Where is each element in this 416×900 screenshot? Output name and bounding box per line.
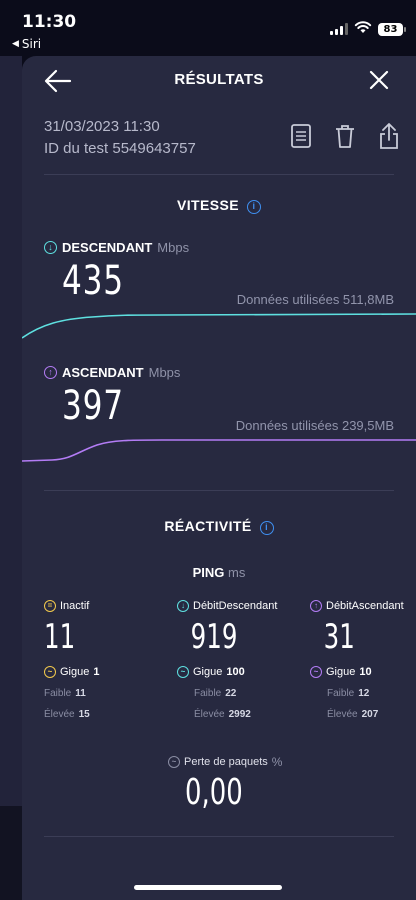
divider (44, 174, 394, 175)
high-label: Élevée (327, 709, 358, 720)
cellular-signal-icon (330, 23, 348, 35)
trash-icon[interactable] (334, 123, 356, 149)
share-icon[interactable] (378, 122, 400, 150)
upload-label-text: ASCENDANT (62, 365, 144, 380)
page-title: RÉSULTATS (174, 71, 264, 88)
ping-value: 919 (190, 617, 238, 657)
download-arrow-icon: ↓ (177, 600, 189, 612)
ping-column-upload: ↑ DébitAscendant 31 ~ Gigue 10 Faible 12 … (310, 600, 404, 720)
high-value: 207 (361, 709, 379, 720)
high-label: Élevée (194, 709, 225, 720)
test-date: 31/03/2023 11:30 (44, 118, 160, 135)
jitter-row: ~ Gigue 1 (44, 666, 99, 678)
low-row: Faible 22 (177, 688, 277, 699)
reactivity-title-text: RÉACTIVITÉ (164, 518, 252, 534)
ping-label: PING (192, 565, 225, 580)
background-card (0, 56, 22, 806)
packet-loss-label-text: Perte de paquets (184, 756, 268, 768)
download-arrow-icon: ↓ (44, 241, 57, 254)
ping-column-label: ↓ DébitDescendant (177, 600, 277, 612)
results-sheet: RÉSULTATS 31/03/2023 11:30 ID du test 55… (22, 56, 416, 900)
low-label: Faible (194, 688, 222, 699)
upload-arrow-icon: ↑ (310, 600, 322, 612)
sheet-header: RÉSULTATS (22, 56, 416, 106)
high-label: Élevée (44, 709, 75, 720)
test-id: ID du test 5549643757 (44, 140, 196, 157)
divider (44, 490, 394, 491)
speed-section-title: VITESSE i (22, 197, 416, 214)
download-value: 435 (62, 258, 124, 304)
jitter-row: ~ Gigue 100 (177, 666, 277, 678)
jitter-wave-icon: ~ (44, 666, 56, 678)
low-row: Faible 12 (310, 688, 404, 699)
high-row: Élevée 15 (44, 709, 99, 720)
jitter-wave-icon: ~ (310, 666, 322, 678)
info-icon[interactable]: i (259, 521, 274, 535)
low-value: 11 (75, 688, 86, 699)
reactivity-section-title: RÉACTIVITÉ i (22, 518, 416, 535)
high-value: 15 (78, 709, 90, 720)
ping-column-label: ↑ DébitAscendant (310, 600, 404, 612)
background-card-bottom (0, 806, 22, 900)
jitter-value: 1 (93, 666, 100, 678)
low-label: Faible (44, 688, 72, 699)
high-row: Élevée 207 (310, 709, 404, 720)
low-row: Faible 11 (44, 688, 99, 699)
low-label: Faible (327, 688, 355, 699)
wifi-icon (354, 21, 372, 33)
high-value: 2992 (228, 709, 251, 720)
download-graph (22, 313, 416, 339)
idle-icon: = (44, 600, 56, 612)
document-icon[interactable] (290, 123, 312, 149)
download-label-text: DESCENDANT (62, 240, 153, 255)
close-icon[interactable] (368, 69, 390, 91)
ping-column-label-text: DébitDescendant (193, 600, 278, 612)
ping-value: 11 (44, 617, 76, 657)
ping-column-idle: = Inactif 11 ~ Gigue 1 Faible 11 Élevée 15 (44, 600, 99, 720)
ping-column-download: ↓ DébitDescendant 919 ~ Gigue 100 Faible… (177, 600, 277, 720)
ping-column-label: = Inactif (44, 600, 99, 612)
packet-loss-value: 0,00 (185, 772, 243, 813)
battery-icon: 83 (378, 23, 406, 36)
back-triangle-icon: ◀ (12, 39, 19, 49)
ping-column-label-text: Inactif (60, 600, 90, 612)
home-indicator[interactable] (134, 885, 282, 890)
packet-loss-unit: % (271, 755, 283, 769)
ping-title: PING ms (22, 565, 416, 580)
speed-title-text: VITESSE (177, 197, 239, 213)
jitter-wave-icon: ~ (177, 666, 189, 678)
back-app-label: Siri (21, 37, 42, 51)
status-bar: 11:30 ◀ Siri 83 (0, 0, 416, 54)
jitter-label: Gigue (60, 666, 90, 678)
back-to-siri-link[interactable]: ◀ Siri (12, 37, 41, 51)
upload-unit: Mbps (148, 365, 181, 380)
upload-graph (22, 439, 416, 462)
status-time: 11:30 (22, 12, 77, 32)
jitter-value: 10 (359, 666, 372, 678)
jitter-label: Gigue (193, 666, 223, 678)
packet-loss-label: ~ Perte de paquets % (168, 755, 282, 769)
ping-unit: ms (228, 565, 246, 580)
ping-value: 31 (323, 617, 355, 657)
upload-label: ↑ ASCENDANT Mbps (44, 365, 180, 380)
ping-column-label-text: DébitAscendant (326, 600, 404, 612)
jitter-value: 100 (226, 666, 245, 678)
upload-arrow-icon: ↑ (44, 366, 57, 379)
low-value: 12 (358, 688, 370, 699)
low-value: 22 (225, 688, 237, 699)
download-unit: Mbps (157, 240, 190, 255)
info-icon[interactable]: i (246, 200, 261, 214)
packet-loss-icon: ~ (168, 756, 180, 768)
divider (44, 836, 394, 837)
jitter-row: ~ Gigue 10 (310, 666, 404, 678)
jitter-label: Gigue (326, 666, 356, 678)
upload-value: 397 (62, 383, 124, 429)
download-label: ↓ DESCENDANT Mbps (44, 240, 189, 255)
download-data-used: Données utilisées 511,8MB (236, 292, 394, 307)
high-row: Élevée 2992 (177, 709, 277, 720)
